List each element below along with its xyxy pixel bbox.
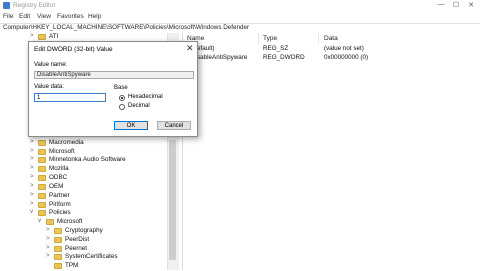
value-name-disableantispyware[interactable]: sableAntiSpyware	[197, 54, 247, 61]
chevron-right-icon[interactable]: >	[30, 148, 36, 154]
chevron-right-icon[interactable]: >	[30, 33, 36, 39]
chevron-right-icon[interactable]: >	[30, 174, 36, 180]
folder-icon	[38, 184, 46, 190]
values-pane: Name Type Data efault) REG_SZ (value not…	[182, 33, 480, 270]
chevron-right-icon[interactable]: >	[46, 253, 52, 259]
base-group: Base Hexadecimal Decimal	[114, 85, 194, 111]
menu-bar: File Edit View Favorites Help	[0, 12, 480, 23]
title-bar: Registry Editor — ☐ ✕	[0, 0, 480, 12]
folder-icon	[54, 246, 62, 252]
value-name-label: Value name:	[34, 62, 68, 68]
tree-item-label: ODBC	[49, 174, 68, 181]
edit-dword-dialog: Edit DWORD (32-bit) Value ✕ Value name: …	[28, 41, 198, 137]
chevron-right-icon[interactable]: >	[30, 156, 36, 162]
menu-favorites[interactable]: Favorites	[57, 13, 84, 20]
value-data-default: (value not set)	[324, 45, 364, 52]
value-type-default: REG_SZ	[263, 45, 289, 52]
close-icon[interactable]: ✕	[186, 43, 194, 54]
tree-item-label: Peernet	[65, 245, 88, 252]
folder-icon	[38, 202, 46, 208]
tree-item-label: SystemCertificates	[65, 253, 118, 260]
address-path: Computer\HKEY_LOCAL_MACHINE\SOFTWARE\Pol…	[3, 24, 250, 31]
menu-view[interactable]: View	[37, 13, 51, 20]
value-data-disableantispyware: 0x00000000 (0)	[324, 54, 369, 61]
folder-icon	[38, 175, 46, 181]
tree-scrollbar-thumb[interactable]	[169, 140, 176, 260]
folder-icon	[38, 166, 46, 172]
folder-icon	[38, 210, 46, 216]
value-data-label: Value data:	[34, 84, 64, 90]
value-name-field: DisableAntiSpyware	[34, 71, 194, 79]
chevron-right-icon[interactable]: >	[46, 245, 52, 251]
decimal-radio[interactable]	[119, 104, 125, 110]
chevron-right-icon[interactable]: >	[46, 227, 52, 233]
folder-icon	[54, 237, 62, 243]
chevron-right-icon[interactable]: >	[30, 183, 36, 189]
tree-item-label: Microsoft	[57, 218, 83, 225]
value-type-disableantispyware: REG_DWORD	[263, 54, 305, 61]
folder-icon	[54, 228, 62, 234]
tree-item-label: Policies	[49, 209, 71, 216]
tree-item-label: Mozilla	[49, 165, 69, 172]
tree-item-label: ATI	[49, 33, 59, 40]
chevron-right-icon[interactable]: >	[30, 192, 36, 198]
column-header-type[interactable]: Type	[263, 35, 277, 42]
tree-item-label: OEM	[49, 183, 64, 190]
value-data-input[interactable]: 1	[34, 93, 106, 102]
window-title: Registry Editor	[13, 2, 56, 9]
tree-item-label: Macromedia	[49, 139, 84, 146]
column-header-data[interactable]: Data	[324, 35, 338, 42]
menu-file[interactable]: File	[3, 13, 13, 20]
hexadecimal-label[interactable]: Hexadecimal	[128, 94, 163, 100]
folder-icon	[46, 219, 54, 225]
close-window-button[interactable]: ✕	[464, 1, 478, 11]
value-name-default[interactable]: efault)	[197, 45, 215, 52]
folder-icon	[54, 263, 62, 269]
tree-item-label: Piriform	[49, 201, 71, 208]
folder-icon	[38, 193, 46, 199]
chevron-down-icon[interactable]: v	[38, 218, 44, 224]
chevron-right-icon[interactable]: >	[30, 165, 36, 171]
folder-icon	[38, 149, 46, 155]
folder-icon	[38, 140, 46, 146]
maximize-button[interactable]: ☐	[449, 1, 463, 11]
folder-icon	[54, 254, 62, 260]
registry-app-icon	[3, 2, 10, 9]
chevron-down-icon[interactable]: v	[30, 209, 36, 215]
column-divider[interactable]	[258, 33, 259, 44]
tree-item-label: Minnetonka Audio Software	[49, 156, 126, 163]
menu-edit[interactable]: Edit	[19, 13, 30, 20]
dialog-title: Edit DWORD (32-bit) Value	[34, 46, 113, 53]
chevron-right-icon[interactable]: >	[30, 201, 36, 207]
chevron-right-icon[interactable]: >	[30, 139, 36, 145]
hexadecimal-radio[interactable]	[119, 95, 125, 101]
folder-icon	[38, 34, 46, 40]
tree-item-label: Partner	[49, 192, 70, 199]
minimize-button[interactable]: —	[434, 1, 448, 11]
tree-item-label: Cryptography	[65, 227, 103, 234]
decimal-label[interactable]: Decimal	[128, 103, 150, 109]
chevron-right-icon[interactable]: >	[46, 236, 52, 242]
tree-item-label: PeerDist	[65, 236, 90, 243]
tree-item-label: TPM	[65, 262, 79, 269]
folder-icon	[38, 157, 46, 163]
cancel-button[interactable]: Cancel	[157, 121, 191, 130]
base-label: Base	[114, 85, 128, 91]
menu-help[interactable]: Help	[88, 13, 101, 20]
column-divider[interactable]	[318, 33, 319, 44]
ok-button[interactable]: OK	[114, 121, 148, 130]
tree-item-label: Microsoft	[49, 148, 75, 155]
